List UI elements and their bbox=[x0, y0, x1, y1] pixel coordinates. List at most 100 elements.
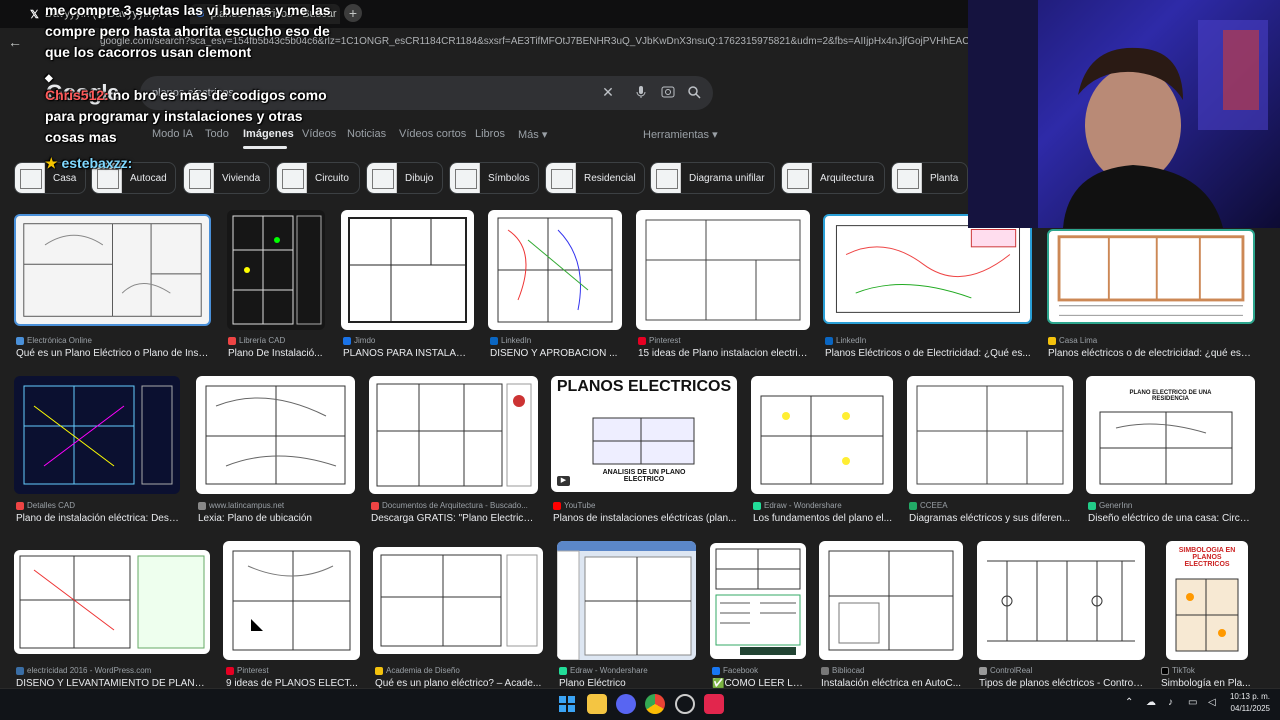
result-image[interactable] bbox=[227, 210, 325, 330]
volume-icon[interactable]: ◁ bbox=[1208, 697, 1216, 708]
source-label[interactable]: Jimdo bbox=[343, 336, 473, 345]
result-caption[interactable]: Planos eléctricos o de electricidad: ¿qu… bbox=[1048, 348, 1255, 359]
result-caption[interactable]: DISEÑO Y LEVANTAMIENTO DE PLANO... bbox=[16, 678, 210, 688]
network-icon[interactable]: ▭ bbox=[1188, 697, 1197, 708]
tools-button[interactable]: Herramientas ▾ bbox=[643, 128, 718, 141]
back-arrow-icon[interactable]: ← bbox=[8, 34, 22, 50]
result-caption[interactable]: Instalación eléctrica en AutoC... bbox=[821, 678, 963, 688]
source-label[interactable]: Casa Lima bbox=[1048, 336, 1255, 345]
result-image[interactable] bbox=[751, 376, 893, 494]
source-label[interactable]: LinkedIn bbox=[490, 336, 620, 345]
result-image[interactable] bbox=[369, 376, 538, 494]
result-image[interactable] bbox=[196, 376, 355, 494]
tab-libros[interactable]: Libros bbox=[475, 128, 505, 140]
result-caption[interactable]: Los fundamentos del plano el... bbox=[753, 513, 893, 524]
windows-start-icon[interactable] bbox=[557, 694, 577, 714]
tab-videos-cortos[interactable]: Vídeos cortos bbox=[399, 128, 466, 140]
source-label[interactable]: Documentos de Arquitectura - Buscado... bbox=[371, 501, 538, 510]
chip-circuito[interactable]: Circuito bbox=[276, 162, 360, 194]
chat-badge-icon: ◆ bbox=[45, 73, 53, 84]
source-label[interactable]: Facebook bbox=[712, 666, 806, 675]
mic-tray-icon[interactable]: ♪ bbox=[1168, 697, 1173, 708]
result-image[interactable] bbox=[223, 541, 360, 660]
clear-icon[interactable]: ✕ bbox=[600, 84, 616, 100]
result-image[interactable]: PLANOS ELECTRICOS ANALISIS DE UN PLANO E… bbox=[551, 376, 737, 492]
source-label[interactable]: CCEEA bbox=[909, 501, 1073, 510]
chat-username: Chris512: bbox=[45, 87, 109, 103]
result-image[interactable]: SIMBOLOGIA EN PLANOS ELECTRICOS bbox=[1166, 541, 1248, 660]
search-icon[interactable] bbox=[686, 84, 702, 100]
result-caption[interactable]: 15 ideas de Plano instalacion electric..… bbox=[638, 348, 810, 359]
tab-mas[interactable]: Más ▾ bbox=[518, 128, 547, 141]
result-caption[interactable]: Lexia: Plano de ubicación bbox=[198, 513, 355, 524]
result-image[interactable] bbox=[14, 550, 210, 654]
result-image[interactable] bbox=[907, 376, 1073, 494]
chip-dibujo[interactable]: Dibujo bbox=[366, 162, 443, 194]
result-image[interactable] bbox=[14, 376, 180, 494]
source-label[interactable]: ControlReal bbox=[979, 666, 1145, 675]
result-caption[interactable]: Plano Eléctrico bbox=[559, 678, 696, 688]
result-image[interactable] bbox=[14, 214, 211, 326]
source-label[interactable]: electricidad 2016 - WordPress.com bbox=[16, 666, 210, 675]
result-image[interactable] bbox=[977, 541, 1145, 660]
new-tab-button[interactable]: + bbox=[344, 4, 362, 22]
chrome-icon[interactable] bbox=[645, 694, 665, 714]
source-label[interactable]: GenerInn bbox=[1088, 501, 1255, 510]
source-label[interactable]: Detalles CAD bbox=[16, 501, 181, 510]
result-caption[interactable]: Descarga GRATIS: "Plano Electrico ... bbox=[371, 513, 538, 524]
result-caption[interactable]: Qué es un plano eléctrico? – Acade... bbox=[375, 678, 543, 688]
file-explorer-icon[interactable] bbox=[587, 694, 607, 714]
source-label[interactable]: Edraw - Wondershare bbox=[559, 666, 696, 675]
result-caption[interactable]: Qué es un Plano Eléctrico o Plano de Ins… bbox=[16, 348, 211, 359]
result-caption[interactable]: DISEÑO Y APROBACION ... bbox=[490, 348, 620, 359]
source-label[interactable]: Edraw - Wondershare bbox=[753, 501, 893, 510]
result-image[interactable] bbox=[823, 214, 1032, 324]
tab-noticias[interactable]: Noticias bbox=[347, 128, 386, 140]
source-label[interactable]: Librería CAD bbox=[228, 336, 328, 345]
source-label[interactable]: LinkedIn bbox=[825, 336, 1032, 345]
source-label[interactable]: Pinterest bbox=[226, 666, 360, 675]
chip-residencial[interactable]: Residencial bbox=[545, 162, 645, 194]
clock[interactable]: 10:13 p. m. 04/11/2025 bbox=[1222, 692, 1270, 713]
chip-planta[interactable]: Planta bbox=[891, 162, 968, 194]
result-image[interactable] bbox=[341, 210, 474, 330]
source-label[interactable]: Electrónica Online bbox=[16, 336, 211, 345]
result-caption[interactable]: Diagramas eléctricos y sus diferen... bbox=[909, 513, 1073, 524]
source-label[interactable]: TikTok bbox=[1161, 666, 1251, 675]
chip-diagrama-unifilar[interactable]: Diagrama unifilar bbox=[650, 162, 775, 194]
result-caption[interactable]: ✅CÓMO LEER LO... bbox=[712, 678, 806, 688]
result-image[interactable] bbox=[636, 210, 810, 330]
chip-vivienda[interactable]: Vivienda bbox=[183, 162, 270, 194]
source-label[interactable]: YouTube bbox=[553, 501, 737, 510]
source-label[interactable]: www.latincampus.net bbox=[198, 501, 355, 510]
obs-icon[interactable] bbox=[675, 694, 695, 714]
result-image[interactable] bbox=[710, 543, 806, 659]
result-image[interactable] bbox=[557, 541, 696, 660]
result-caption[interactable]: 9 ideas de PLANOS ELECT... bbox=[226, 678, 360, 688]
result-caption[interactable]: PLANOS PARA INSTALACI... bbox=[343, 348, 473, 359]
result-image[interactable] bbox=[1047, 229, 1255, 324]
source-label[interactable]: Bibliocad bbox=[821, 666, 963, 675]
result-image[interactable] bbox=[488, 210, 622, 330]
result-caption[interactable]: Planos de instalaciones eléctricas (plan… bbox=[553, 513, 737, 524]
result-caption[interactable]: Diseño eléctrico de una casa: Circui... bbox=[1088, 513, 1255, 524]
result-image[interactable] bbox=[373, 547, 543, 654]
result-caption[interactable]: Planos Eléctricos o de Electricidad: ¿Qu… bbox=[825, 348, 1032, 359]
result-caption[interactable]: Simbología en Pla... bbox=[1161, 678, 1251, 688]
result-image[interactable] bbox=[819, 541, 963, 660]
cloud-icon[interactable]: ☁ bbox=[1146, 697, 1156, 708]
result-caption[interactable]: Plano De Instalació... bbox=[228, 348, 328, 359]
tiktok-app-icon[interactable] bbox=[704, 694, 724, 714]
pinterest-icon bbox=[226, 666, 234, 675]
result-image[interactable]: PLANO ELECTRICO DE UNA RESIDENCIA bbox=[1086, 376, 1255, 494]
discord-icon[interactable] bbox=[616, 694, 636, 714]
source-label[interactable]: Academia de Diseño bbox=[375, 666, 543, 675]
camera-lens-icon[interactable] bbox=[660, 84, 676, 100]
source-label[interactable]: Pinterest bbox=[638, 336, 810, 345]
microphone-icon[interactable] bbox=[633, 84, 649, 100]
result-caption[interactable]: Plano de instalación eléctrica: Desc... bbox=[16, 513, 181, 524]
chip-arquitectura[interactable]: Arquitectura bbox=[781, 162, 885, 194]
result-caption[interactable]: Tipos de planos eléctricos - Control ... bbox=[979, 678, 1145, 688]
chip-simbolos[interactable]: Símbolos bbox=[449, 162, 539, 194]
chevron-up-icon[interactable]: ⌃ bbox=[1125, 697, 1133, 708]
